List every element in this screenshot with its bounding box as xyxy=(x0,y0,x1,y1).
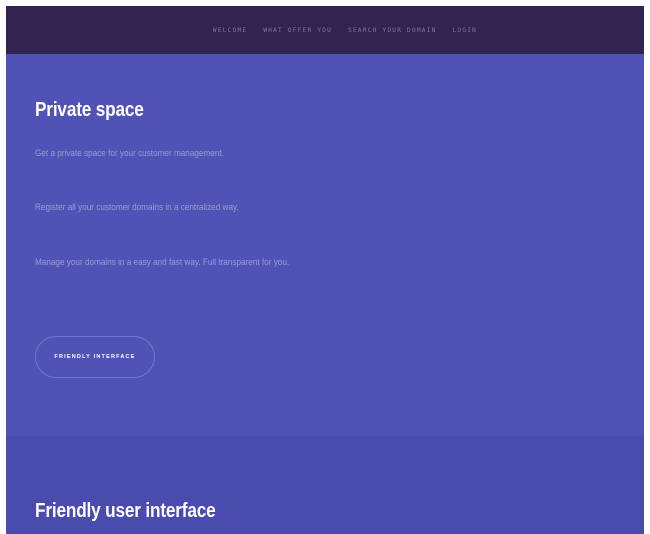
feature-text-manage-domains: Manage your domains in a easy and fast w… xyxy=(35,257,290,268)
browser-viewport: WELCOME WHAT OFFER YOU SEARCH YOUR DOMAI… xyxy=(6,6,644,534)
friendly-interface-button-label: FRIENDLY INTERFACE xyxy=(54,354,136,360)
nav-link-welcome[interactable]: WELCOME xyxy=(213,27,247,34)
top-navbar: WELCOME WHAT OFFER YOU SEARCH YOUR DOMAI… xyxy=(6,6,644,54)
friendly-interface-button[interactable]: FRIENDLY INTERFACE xyxy=(35,336,155,378)
private-space-section: Private space Get a private space for yo… xyxy=(6,54,644,436)
section-title: Private space xyxy=(35,99,144,121)
feature-text-private-space: Get a private space for your customer ma… xyxy=(35,148,224,159)
nav-link-what-offer-you[interactable]: WHAT OFFER YOU xyxy=(263,27,332,34)
nav-link-search-your-domain[interactable]: SEARCH YOUR DOMAIN xyxy=(348,27,436,34)
nav-link-login[interactable]: LOGIN xyxy=(453,27,478,34)
friendly-user-interface-section: Friendly user interface xyxy=(6,436,644,534)
feature-text-register-domains: Register all your customer domains in a … xyxy=(35,202,239,213)
page: WELCOME WHAT OFFER YOU SEARCH YOUR DOMAI… xyxy=(0,0,650,534)
section-title: Friendly user interface xyxy=(35,500,216,522)
